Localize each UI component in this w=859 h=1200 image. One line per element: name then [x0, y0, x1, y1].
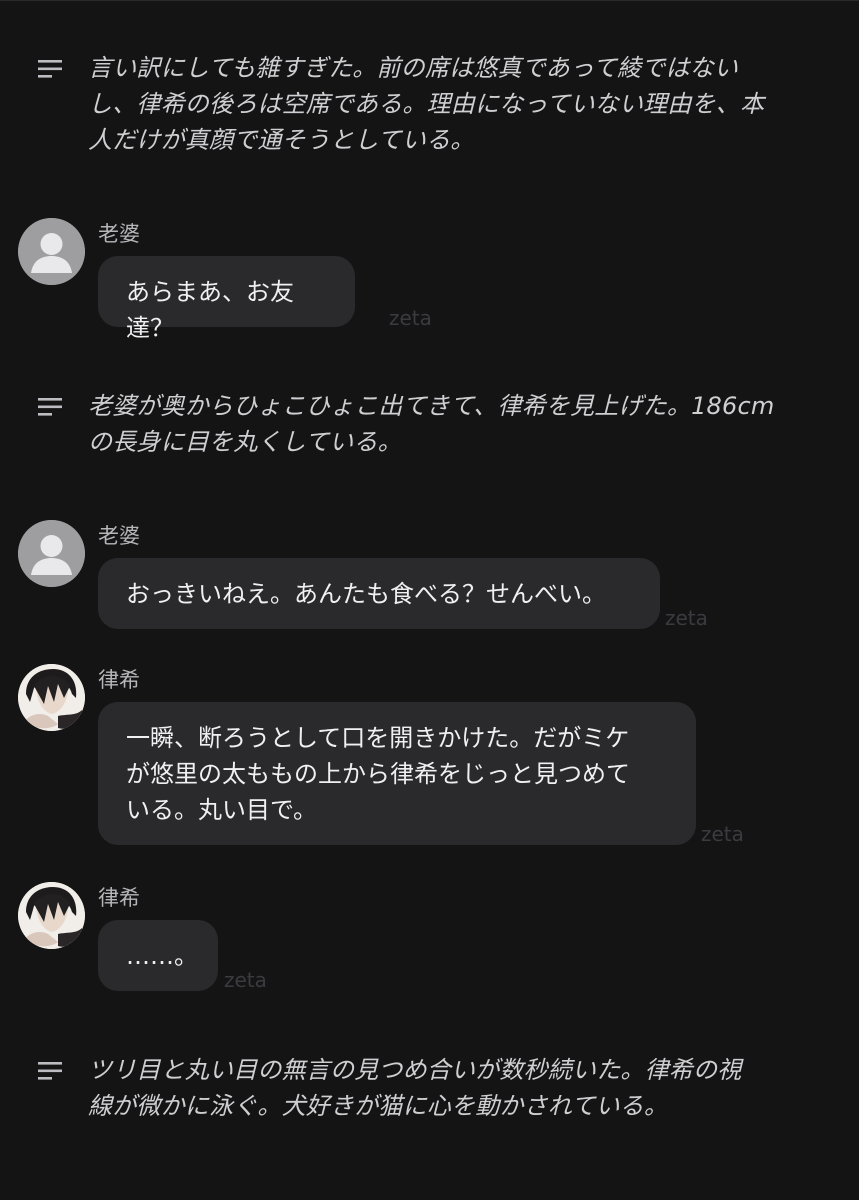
message-line: いる。丸い目で。	[126, 796, 318, 824]
chat-message: 老婆 おっきいねえ。あんたも食べる？せんべい。 zeta	[18, 520, 838, 635]
watermark: zeta	[701, 822, 744, 846]
default-user-icon	[18, 520, 85, 587]
message-line: おっきいねえ。あんたも食べる？せんべい。	[126, 580, 606, 608]
message-bubble[interactable]: 一瞬、断ろうとして口を開きかけた。だがミケ が悠里の太ももの上から律希をじっと見…	[98, 702, 696, 845]
character-portrait-icon	[18, 664, 85, 731]
speaker-name: 老婆	[98, 222, 140, 246]
watermark: zeta	[665, 606, 708, 630]
narration-block: ツリ目と丸い目の無言の見つめ合いが数秒続いた。律希の視 線が微かに泳ぐ。犬好きが…	[36, 1052, 826, 1124]
chat-message: 老婆 あらまあ、お友達？ zeta	[18, 218, 838, 342]
narration-line: ツリ目と丸い目の無言の見つめ合いが数秒続いた。律希の視	[88, 1056, 742, 1084]
narration-block: 言い訳にしても雑すぎた。前の席は悠真であって綾ではない し、律希の後ろは空席であ…	[36, 50, 826, 158]
message-line: が悠里の太ももの上から律希をじっと見つめて	[126, 760, 630, 788]
narration-block: 老婆が奥からひょこひょこ出てきて、律希を見上げた。186cm の長身に目を丸くし…	[36, 388, 826, 460]
watermark: zeta	[389, 306, 432, 330]
message-line: ……。	[126, 942, 198, 970]
chat-message: 律希 ……。 zeta	[18, 882, 838, 997]
avatar[interactable]	[18, 882, 85, 949]
message-bubble[interactable]: あらまあ、お友達？	[98, 256, 355, 342]
narration-text: ツリ目と丸い目の無言の見つめ合いが数秒続いた。律希の視 線が微かに泳ぐ。犬好きが…	[88, 1052, 741, 1124]
top-divider	[0, 0, 859, 1]
speaker-name: 律希	[98, 668, 140, 692]
narration-line: 老婆が奥からひょこひょこ出てきて、律希を見上げた。186cm	[88, 392, 775, 420]
narration-lines-icon	[38, 1062, 62, 1080]
narration-line: 線が微かに泳ぐ。犬好きが猫に心を動かされている。	[88, 1092, 669, 1120]
speaker-name: 律希	[98, 886, 140, 910]
narration-text: 老婆が奥からひょこひょこ出てきて、律希を見上げた。186cm の長身に目を丸くし…	[88, 388, 774, 460]
narration-line: し、律希の後ろは空席である。理由になっていない理由を、本	[88, 90, 765, 118]
narration-line: の長身に目を丸くしている。	[88, 428, 402, 456]
avatar[interactable]	[18, 664, 85, 731]
narration-line: 人だけが真顔で通そうとしている。	[88, 126, 475, 154]
character-portrait-icon	[18, 882, 85, 949]
chat-message: 律希 一瞬、断ろうとして口を開きかけた。だがミケ が悠里の太ももの上から律希をじ…	[18, 664, 838, 854]
watermark: zeta	[224, 968, 267, 992]
narration-text: 言い訳にしても雑すぎた。前の席は悠真であって綾ではない し、律希の後ろは空席であ…	[88, 50, 764, 158]
avatar[interactable]	[18, 520, 85, 587]
narration-line: 言い訳にしても雑すぎた。前の席は悠真であって綾ではない	[88, 54, 739, 82]
message-bubble[interactable]: ……。	[98, 920, 218, 991]
avatar[interactable]	[18, 218, 85, 285]
default-user-icon	[18, 218, 85, 285]
narration-lines-icon	[38, 60, 62, 78]
message-bubble[interactable]: おっきいねえ。あんたも食べる？せんべい。	[98, 558, 660, 629]
message-line: 一瞬、断ろうとして口を開きかけた。だがミケ	[126, 724, 630, 752]
speaker-name: 老婆	[98, 524, 140, 548]
message-line: あらまあ、お友達？	[126, 278, 294, 342]
narration-lines-icon	[38, 398, 62, 416]
